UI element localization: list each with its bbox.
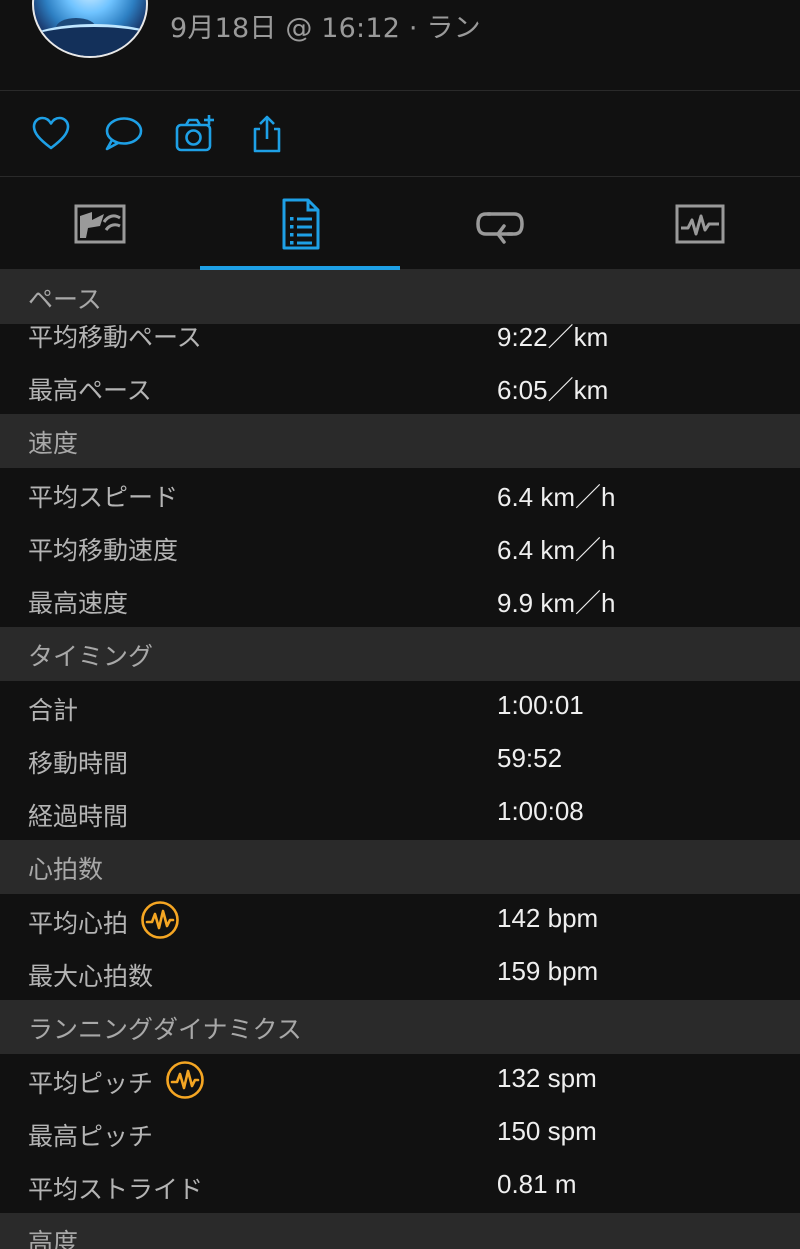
stat-value: 1:00:01 [497,690,584,720]
add-photo-button[interactable] [174,113,216,155]
stat-label: 平均移動速度 [28,536,179,565]
stat-value: 6:05／km [497,375,609,405]
stat-row: 平均移動ペース 9:22／km [0,322,800,361]
comment-button[interactable] [102,113,144,155]
action-bar [0,91,800,177]
stat-label-with-badge: 平均ピッチ [28,1061,205,1100]
tab-charts[interactable] [600,177,800,270]
share-icon [253,115,281,153]
like-button[interactable] [30,113,72,155]
section-header-speed: 速度 [0,414,800,468]
section-header-heart-rate: 心拍数 [0,840,800,894]
section-header-elevation: 高度 [0,1213,800,1249]
stat-row: 平均ピッチ 132 spm [0,1054,800,1107]
share-button[interactable] [246,113,288,155]
activity-header: 9月18日 @ 16:12 · ラン [0,0,800,91]
stat-label: 移動時間 [28,749,129,778]
stat-label: 経過時間 [28,802,129,831]
section-title: 高度 [28,1228,79,1249]
stat-label: 平均ストライド [28,1175,204,1204]
stat-value: 9.9 km／h [497,588,616,618]
stat-label-with-badge: 平均心拍 [28,901,180,940]
stat-row: 最高ピッチ 150 spm [0,1107,800,1160]
stat-label: 合計 [28,696,79,725]
camera-add-icon [175,115,214,152]
section-header-timing: タイミング [0,627,800,681]
stat-row: 最高ペース 6:05／km [0,361,800,414]
stat-row: 平均心拍 142 bpm [0,894,800,947]
stat-label: 最高速度 [28,589,129,618]
section-title: タイミング [28,642,154,671]
stat-row: 最大心拍数 159 bpm [0,947,800,1000]
stat-row: 平均スピード 6.4 km／h [0,468,800,521]
stat-label: 最高ピッチ [28,1122,154,1151]
stat-label: 平均スピード [28,483,179,512]
section-title: 速度 [28,429,79,458]
stat-label: 最大心拍数 [28,962,154,991]
stat-value: 132 spm [497,1063,597,1093]
section-header-running-dynamics: ランニングダイナミクス [0,1000,800,1054]
heart-rate-badge-icon[interactable] [140,900,180,940]
tab-stats[interactable] [200,177,400,270]
section-header-pace: ペース [0,270,800,324]
map-icon [74,204,126,243]
stat-value: 6.4 km／h [497,482,616,512]
stat-label: 平均心拍 [28,909,129,938]
avatar-wave [34,24,146,56]
tab-bar [0,177,800,270]
stat-value: 59:52 [497,743,563,773]
section-title: ペース [28,285,102,314]
stat-label: 最高ペース [28,376,152,405]
stat-value: 159 bpm [497,956,599,986]
stat-value: 0.81 m [497,1169,577,1199]
stat-row: 経過時間 1:00:08 [0,787,800,840]
stat-label: 平均移動ペース [28,323,202,352]
tab-laps[interactable] [400,177,600,270]
stat-row: 平均ストライド 0.81 m [0,1160,800,1213]
tab-map[interactable] [0,177,200,270]
stats-list: ペース 平均移動ペース 9:22／km 最高ペース 6:05／km 速度 平均ス… [0,270,800,1249]
stat-value: 142 bpm [497,903,599,933]
stat-label: 平均ピッチ [28,1069,154,1098]
stat-row: 平均移動速度 6.4 km／h [0,521,800,574]
activity-meta: 9月18日 @ 16:12 · ラン [170,13,481,44]
stat-value: 6.4 km／h [497,535,616,565]
stat-row: 合計 1:00:01 [0,681,800,734]
stat-value: 1:00:08 [497,796,584,826]
laps-icon [476,211,524,244]
comment-icon [105,117,143,151]
stat-row: 移動時間 59:52 [0,734,800,787]
section-title: 心拍数 [28,855,104,884]
stat-value: 9:22／km [497,322,609,352]
stats-list-icon [282,198,320,249]
stat-value: 150 spm [497,1116,597,1146]
heart-icon [32,116,70,150]
stat-row: 最高速度 9.9 km／h [0,574,800,627]
section-title: ランニングダイナミクス [28,1015,302,1044]
charts-icon [675,204,725,243]
avatar[interactable] [32,0,148,58]
heart-rate-badge-icon[interactable] [165,1060,205,1100]
